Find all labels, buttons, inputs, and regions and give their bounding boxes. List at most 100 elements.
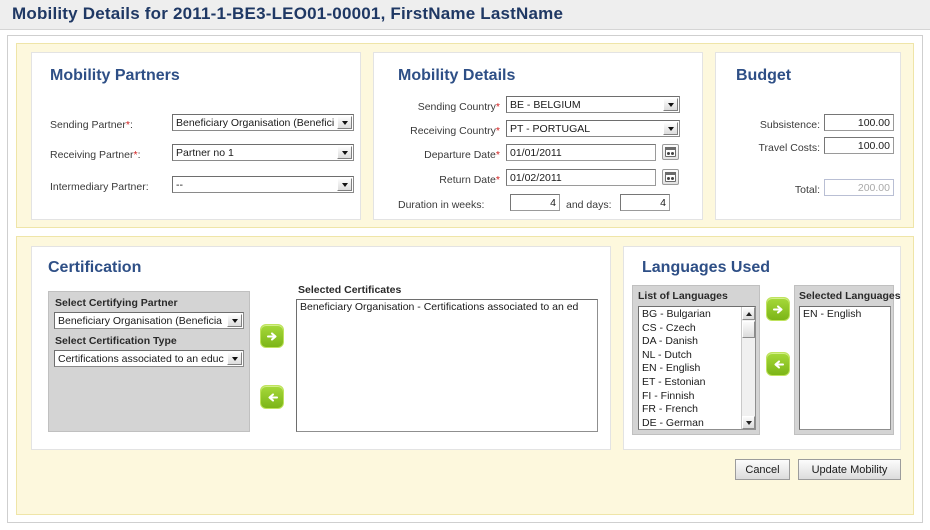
calendar-icon-return[interactable] bbox=[662, 169, 679, 185]
languages-used-title: Languages Used bbox=[642, 259, 771, 276]
budget-panel: Budget Subsistence: 100.00 Travel Costs:… bbox=[715, 52, 901, 220]
chevron-down-icon[interactable] bbox=[227, 352, 242, 365]
certifying-partner-label: Select Certifying Partner bbox=[55, 297, 178, 309]
list-item[interactable]: BG - Bulgarian bbox=[639, 308, 741, 322]
required-marker: * bbox=[495, 174, 500, 186]
list-item[interactable]: NL - Dutch bbox=[639, 349, 741, 363]
chevron-down-icon[interactable] bbox=[337, 116, 352, 129]
sending-partner-label: Sending Partner*: bbox=[50, 119, 133, 131]
list-item[interactable]: Beneficiary Organisation - Certification… bbox=[297, 301, 597, 315]
scroll-up-icon[interactable] bbox=[742, 307, 755, 320]
mobility-partners-panel: Mobility Partners Sending Partner*: Bene… bbox=[31, 52, 361, 220]
list-item[interactable]: EN - English bbox=[800, 308, 890, 322]
available-languages-box: List of Languages BG - Bulgarian CS - Cz… bbox=[632, 285, 760, 435]
arrow-left-icon bbox=[773, 359, 784, 369]
chevron-down-icon[interactable] bbox=[663, 98, 678, 111]
return-date-input[interactable]: 01/02/2011 bbox=[506, 169, 656, 186]
chevron-down-icon[interactable] bbox=[663, 122, 678, 135]
duration-weeks-label: Duration in weeks: bbox=[398, 199, 485, 211]
return-date-label: Return Date* bbox=[439, 174, 500, 186]
certification-panel: Certification Select Certifying Partner … bbox=[31, 246, 611, 450]
top-section-band: Mobility Partners Sending Partner*: Bene… bbox=[16, 43, 914, 228]
mobility-details-title: Mobility Details bbox=[398, 67, 516, 84]
cancel-button[interactable]: Cancel bbox=[735, 459, 790, 480]
sending-partner-value: Beneficiary Organisation (Benefici bbox=[176, 117, 335, 129]
mobility-details-panel: Mobility Details Sending Country* BE - B… bbox=[373, 52, 703, 220]
arrow-right-icon bbox=[772, 304, 783, 314]
chevron-down-icon[interactable] bbox=[337, 178, 352, 191]
selected-certificates-items: Beneficiary Organisation - Certification… bbox=[297, 301, 597, 315]
remove-language-button[interactable] bbox=[766, 352, 790, 376]
list-item[interactable]: FI - Finnish bbox=[639, 390, 741, 404]
chevron-down-icon[interactable] bbox=[337, 146, 352, 159]
languages-used-panel: Languages Used List of Languages BG - Bu… bbox=[623, 246, 901, 450]
required-marker: * bbox=[495, 149, 500, 161]
receiving-partner-label: Receiving Partner*: bbox=[50, 149, 141, 161]
calendar-icon-departure[interactable] bbox=[662, 144, 679, 160]
required-marker: * bbox=[495, 101, 500, 113]
intermediary-partner-label: Intermediary Partner: bbox=[50, 181, 149, 193]
selected-languages-items: EN - English bbox=[800, 308, 890, 322]
list-of-languages-label: List of Languages bbox=[638, 290, 728, 302]
travel-costs-input[interactable]: 100.00 bbox=[824, 137, 894, 154]
total-value: 200.00 bbox=[824, 179, 894, 196]
list-item[interactable]: ET - Estonian bbox=[639, 376, 741, 390]
add-certificate-button[interactable] bbox=[260, 324, 284, 348]
sending-partner-select[interactable]: Beneficiary Organisation (Benefici bbox=[172, 114, 354, 131]
receiving-country-value: PT - PORTUGAL bbox=[510, 123, 591, 135]
required-marker: * bbox=[133, 149, 138, 161]
scrollbar-thumb[interactable] bbox=[742, 321, 755, 338]
arrow-left-icon bbox=[267, 392, 278, 402]
duration-days-input[interactable]: 4 bbox=[620, 194, 670, 211]
selected-languages-label: Selected Languages bbox=[799, 290, 901, 302]
list-item[interactable]: CS - Czech bbox=[639, 322, 741, 336]
mobility-partners-title: Mobility Partners bbox=[50, 67, 180, 84]
languages-scrollbar[interactable] bbox=[741, 307, 755, 429]
receiving-partner-select[interactable]: Partner no 1 bbox=[172, 144, 354, 161]
mobility-details-page: Mobility Details for 2011-1-BE3-LEO01-00… bbox=[0, 0, 930, 530]
duration-weeks-input[interactable]: 4 bbox=[510, 194, 560, 211]
list-item[interactable]: EN - English bbox=[639, 362, 741, 376]
sending-country-label: Sending Country* bbox=[417, 101, 500, 113]
departure-date-label: Departure Date* bbox=[424, 149, 500, 161]
travel-costs-label: Travel Costs: bbox=[758, 142, 820, 154]
sending-country-select[interactable]: BE - BELGIUM bbox=[506, 96, 680, 113]
selected-certificates-list[interactable]: Beneficiary Organisation - Certification… bbox=[296, 299, 598, 432]
certification-type-label: Select Certification Type bbox=[55, 335, 177, 347]
certification-selectors-box: Select Certifying Partner Beneficiary Or… bbox=[48, 291, 250, 432]
list-item[interactable]: DA - Danish bbox=[639, 335, 741, 349]
page-frame: Mobility Partners Sending Partner*: Bene… bbox=[7, 35, 923, 523]
required-marker: * bbox=[125, 119, 130, 131]
bottom-section-band: Certification Select Certifying Partner … bbox=[16, 236, 914, 515]
add-language-button[interactable] bbox=[766, 297, 790, 321]
page-title: Mobility Details for 2011-1-BE3-LEO01-00… bbox=[12, 4, 564, 23]
departure-date-input[interactable]: 01/01/2011 bbox=[506, 144, 656, 161]
duration-days-label: and days: bbox=[566, 199, 612, 211]
page-header: Mobility Details for 2011-1-BE3-LEO01-00… bbox=[0, 0, 930, 30]
selected-languages-list[interactable]: EN - English bbox=[799, 306, 891, 430]
remove-certificate-button[interactable] bbox=[260, 385, 284, 409]
intermediary-partner-value: -- bbox=[176, 179, 183, 191]
sending-country-value: BE - BELGIUM bbox=[510, 99, 581, 111]
required-marker: * bbox=[495, 125, 500, 137]
update-mobility-button[interactable]: Update Mobility bbox=[798, 459, 901, 480]
certifying-partner-select[interactable]: Beneficiary Organisation (Beneficia bbox=[54, 312, 244, 329]
subsistence-input[interactable]: 100.00 bbox=[824, 114, 894, 131]
selected-languages-box: Selected Languages EN - English bbox=[794, 285, 901, 435]
scroll-down-icon[interactable] bbox=[742, 416, 755, 429]
total-label: Total: bbox=[794, 184, 820, 196]
arrow-right-icon bbox=[266, 331, 277, 341]
available-languages-items: BG - Bulgarian CS - Czech DA - Danish NL… bbox=[639, 308, 741, 429]
budget-title: Budget bbox=[736, 67, 792, 84]
receiving-country-select[interactable]: PT - PORTUGAL bbox=[506, 120, 680, 137]
certification-type-value: Certifications associated to an educ bbox=[58, 353, 224, 365]
chevron-down-icon[interactable] bbox=[227, 314, 242, 327]
subsistence-label: Subsistence: bbox=[759, 119, 820, 131]
list-item[interactable]: FR - French bbox=[639, 403, 741, 417]
certification-type-select[interactable]: Certifications associated to an educ bbox=[54, 350, 244, 367]
certification-title: Certification bbox=[48, 259, 142, 276]
list-item[interactable]: DE - German bbox=[639, 417, 741, 429]
selected-certificates-label: Selected Certificates bbox=[298, 284, 402, 296]
intermediary-partner-select[interactable]: -- bbox=[172, 176, 354, 193]
available-languages-list[interactable]: BG - Bulgarian CS - Czech DA - Danish NL… bbox=[638, 306, 756, 430]
